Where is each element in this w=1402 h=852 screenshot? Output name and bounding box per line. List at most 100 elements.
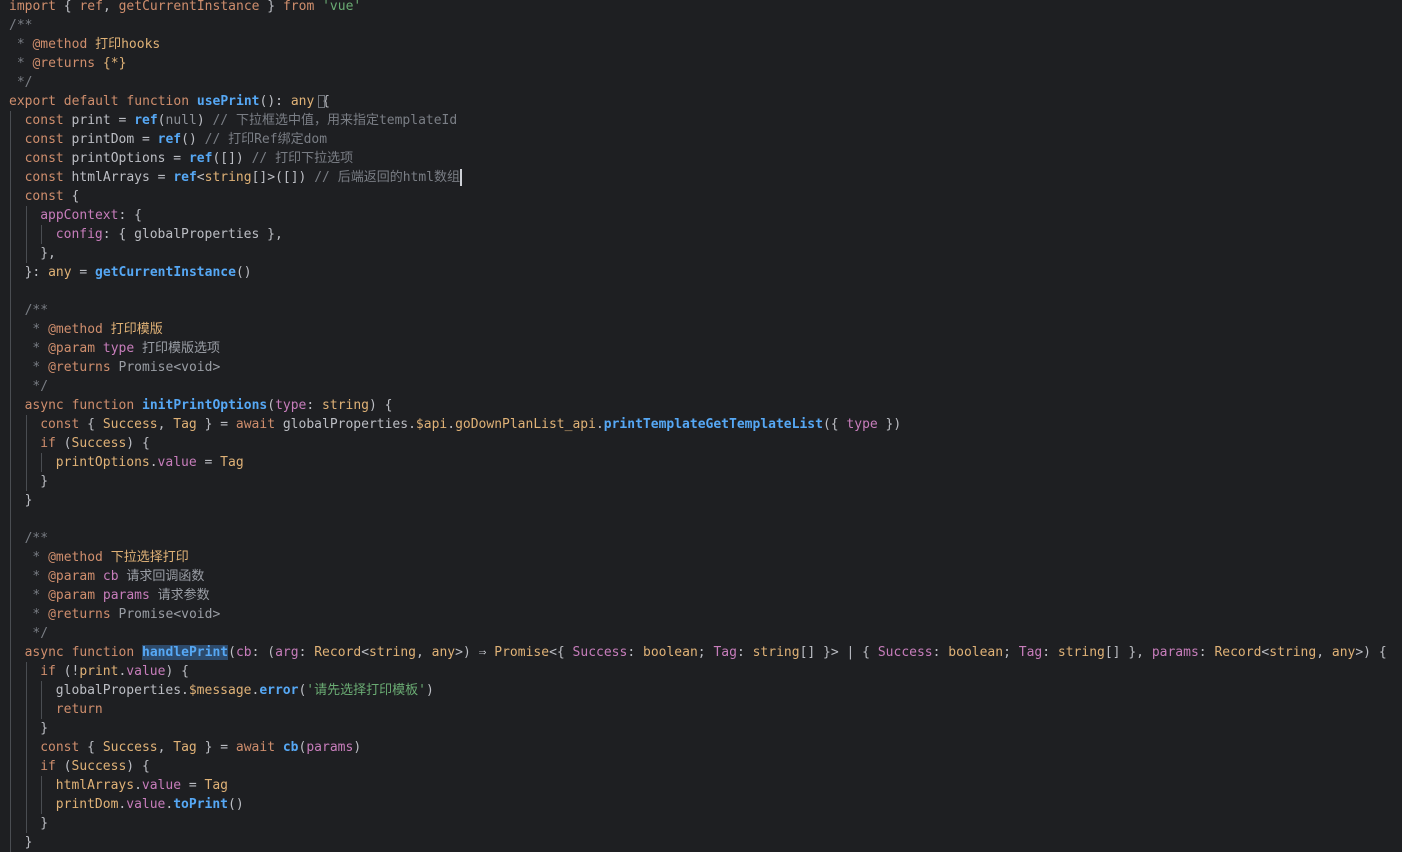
code-token: >) { bbox=[1355, 645, 1387, 660]
code-token: type bbox=[846, 417, 878, 432]
code-token: Promise bbox=[494, 645, 550, 660]
code-line[interactable]: if (!print.value) { bbox=[40, 662, 189, 681]
code-token: @returns bbox=[32, 56, 96, 71]
code-token: * bbox=[24, 360, 49, 375]
code-token: * bbox=[24, 322, 49, 337]
code-line[interactable]: */ bbox=[25, 624, 48, 643]
code-line[interactable]: }, bbox=[40, 244, 56, 263]
code-line[interactable]: /** bbox=[25, 301, 48, 320]
code-token: [] }> | { bbox=[799, 645, 878, 660]
code-line[interactable]: printDom.value.toPrint() bbox=[56, 795, 244, 814]
code-token: from bbox=[282, 0, 315, 14]
code-token: Tag bbox=[204, 778, 229, 793]
code-token: any bbox=[48, 265, 72, 280]
code-line[interactable]: config: { globalProperties }, bbox=[56, 225, 283, 244]
code-line[interactable]: } bbox=[40, 814, 48, 833]
code-line[interactable]: * @param params 请求参数 bbox=[25, 586, 210, 605]
code-token: }: bbox=[24, 265, 49, 280]
code-line[interactable]: htmlArrays.value = Tag bbox=[56, 776, 228, 795]
code-line[interactable]: printOptions.value = Tag bbox=[56, 453, 244, 472]
code-token: return bbox=[55, 702, 103, 717]
code-line[interactable]: */ bbox=[9, 73, 33, 92]
code-token: , bbox=[157, 417, 174, 432]
code-token: , bbox=[415, 645, 432, 660]
code-line[interactable]: * @returns Promise<void> bbox=[25, 605, 220, 624]
code-token: * bbox=[24, 341, 49, 356]
code-line[interactable]: * @param type 打印模版选项 bbox=[25, 339, 220, 358]
code-editor[interactable]: import { ref, getCurrentInstance } from … bbox=[0, 0, 1402, 852]
code-line[interactable]: const printDom = ref() // 打印Ref绑定dom bbox=[25, 130, 327, 149]
code-line[interactable]: * @method 下拉选择打印 bbox=[25, 548, 188, 567]
code-token: : bbox=[1042, 645, 1058, 660]
code-line[interactable]: appContext: { bbox=[40, 206, 142, 225]
indent-guide bbox=[41, 453, 43, 472]
code-line[interactable]: } bbox=[40, 719, 48, 738]
code-token: 请求参数 bbox=[149, 588, 210, 603]
code-token: ( bbox=[55, 436, 72, 451]
code-token: params bbox=[1151, 645, 1199, 660]
code-line[interactable]: async function initPrintOptions(type: st… bbox=[25, 396, 393, 415]
code-token: >) ⇒ bbox=[455, 645, 495, 660]
code-token: ; bbox=[1003, 645, 1019, 660]
code-line[interactable]: const print = ref(null) // 下拉框选中值，用来指定te… bbox=[25, 111, 458, 130]
code-token: Tag bbox=[220, 455, 244, 470]
code-token: getCurrentInstance bbox=[118, 0, 260, 14]
code-token: htmlArrays bbox=[55, 778, 135, 793]
code-token: 打印模版 bbox=[102, 322, 163, 337]
code-token: any bbox=[1331, 645, 1356, 660]
code-line[interactable]: * @returns {*} bbox=[9, 54, 127, 73]
code-token: printOptions bbox=[55, 455, 150, 470]
code-token: boolean bbox=[643, 645, 698, 660]
code-token: appContext bbox=[40, 208, 119, 223]
code-line[interactable]: * @param cb 请求回调函数 bbox=[25, 567, 204, 586]
code-token: Success bbox=[71, 436, 127, 451]
code-line[interactable]: export default function usePrint(): any … bbox=[9, 92, 330, 111]
code-line[interactable]: * @returns Promise<void> bbox=[24, 358, 220, 377]
code-line[interactable]: globalProperties.$message.error('请先选择打印模… bbox=[56, 681, 434, 700]
code-line[interactable]: const htmlArrays = ref<string[]>([]) // … bbox=[25, 168, 460, 187]
code-token: 打印hooks bbox=[87, 37, 161, 52]
code-line[interactable]: } bbox=[25, 491, 33, 510]
code-line[interactable]: async function handlePrint(cb: (arg: Rec… bbox=[25, 643, 1387, 662]
code-line[interactable]: const { Success, Tag } = await globalPro… bbox=[40, 415, 901, 434]
code-token: function bbox=[126, 94, 190, 109]
code-token: ref bbox=[188, 151, 213, 166]
code-token: Success bbox=[71, 759, 127, 774]
code-token: : bbox=[627, 645, 643, 660]
code-line[interactable]: if (Success) { bbox=[40, 757, 150, 776]
code-token: // 后端返回的html数组 bbox=[314, 170, 461, 185]
code-token: (! bbox=[55, 664, 80, 679]
code-token: ) { bbox=[369, 398, 393, 413]
code-line[interactable]: if (Success) { bbox=[40, 434, 150, 453]
code-line[interactable]: import { ref, getCurrentInstance } from … bbox=[9, 0, 361, 16]
code-token: ([]) bbox=[212, 151, 252, 166]
code-token: @method bbox=[48, 550, 103, 565]
code-token: export bbox=[9, 94, 56, 109]
code-token: type bbox=[275, 398, 307, 413]
code-line[interactable]: * @method 打印模版 bbox=[24, 320, 163, 339]
code-token: @returns bbox=[48, 607, 111, 622]
code-line[interactable]: /** bbox=[9, 16, 32, 35]
code-line[interactable]: } bbox=[40, 472, 48, 491]
code-token: null bbox=[165, 113, 197, 128]
code-line[interactable]: const { bbox=[25, 187, 80, 206]
code-line[interactable]: }: any = getCurrentInstance() bbox=[25, 263, 252, 282]
code-token: {*} bbox=[95, 56, 127, 71]
code-line[interactable]: */ bbox=[25, 377, 48, 396]
code-token: $api bbox=[415, 417, 448, 432]
code-token: value bbox=[157, 455, 197, 470]
code-line[interactable]: /** bbox=[25, 529, 48, 548]
code-line[interactable]: } bbox=[25, 833, 33, 852]
code-line[interactable]: return bbox=[56, 700, 103, 719]
code-token: // 打印Ref绑定dom bbox=[204, 132, 328, 147]
code-token: printDom bbox=[55, 797, 119, 812]
code-line[interactable]: const printOptions = ref([]) // 打印下拉选项 bbox=[25, 149, 353, 168]
code-line[interactable]: * @method 打印hooks bbox=[9, 35, 160, 54]
code-token: [] }, bbox=[1104, 645, 1152, 660]
code-line[interactable]: const { Success, Tag } = await cb(params… bbox=[40, 738, 361, 757]
code-token: boolean bbox=[948, 645, 1004, 660]
code-token: , bbox=[1316, 645, 1332, 660]
code-token: , bbox=[102, 0, 119, 14]
